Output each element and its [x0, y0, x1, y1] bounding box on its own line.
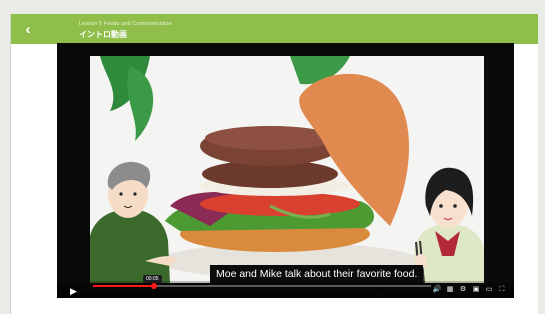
play-icon: ▶: [70, 286, 77, 296]
back-button[interactable]: ‹: [19, 20, 37, 38]
subtitles-button[interactable]: ▦: [445, 285, 455, 295]
miniplayer-button[interactable]: ▣: [471, 285, 481, 295]
time-tooltip: 00:05: [143, 275, 162, 283]
progress-bar[interactable]: [93, 283, 431, 289]
video-player[interactable]: Moe and Mike talk about their favorite f…: [57, 43, 514, 298]
volume-icon: 🔊: [432, 286, 442, 293]
scrub-handle[interactable]: [150, 283, 157, 289]
theater-icon: ▭: [485, 286, 493, 293]
play-button[interactable]: ▶: [70, 286, 80, 296]
breadcrumb: Lesson 5 Foods and Communication: [79, 21, 172, 27]
video-frame: Moe and Mike talk about their favorite f…: [90, 56, 484, 283]
fullscreen-button[interactable]: ⛶: [497, 285, 507, 295]
progress-fill: [93, 285, 154, 287]
header-bar: ‹ Lesson 5 Foods and Communication イントロ動…: [11, 14, 538, 44]
chevron-left-icon: ‹: [25, 20, 31, 38]
burger-scene-illustration: [90, 56, 484, 283]
fullscreen-icon: ⛶: [499, 286, 505, 293]
miniplayer-icon: ▣: [472, 286, 480, 293]
subtitles-icon: ▦: [446, 286, 454, 293]
theater-button[interactable]: ▭: [484, 285, 494, 295]
page-title: イントロ動画: [79, 30, 127, 39]
volume-button[interactable]: 🔊: [432, 285, 442, 295]
settings-button[interactable]: ⚙: [458, 285, 468, 295]
gear-icon: ⚙: [459, 286, 467, 293]
